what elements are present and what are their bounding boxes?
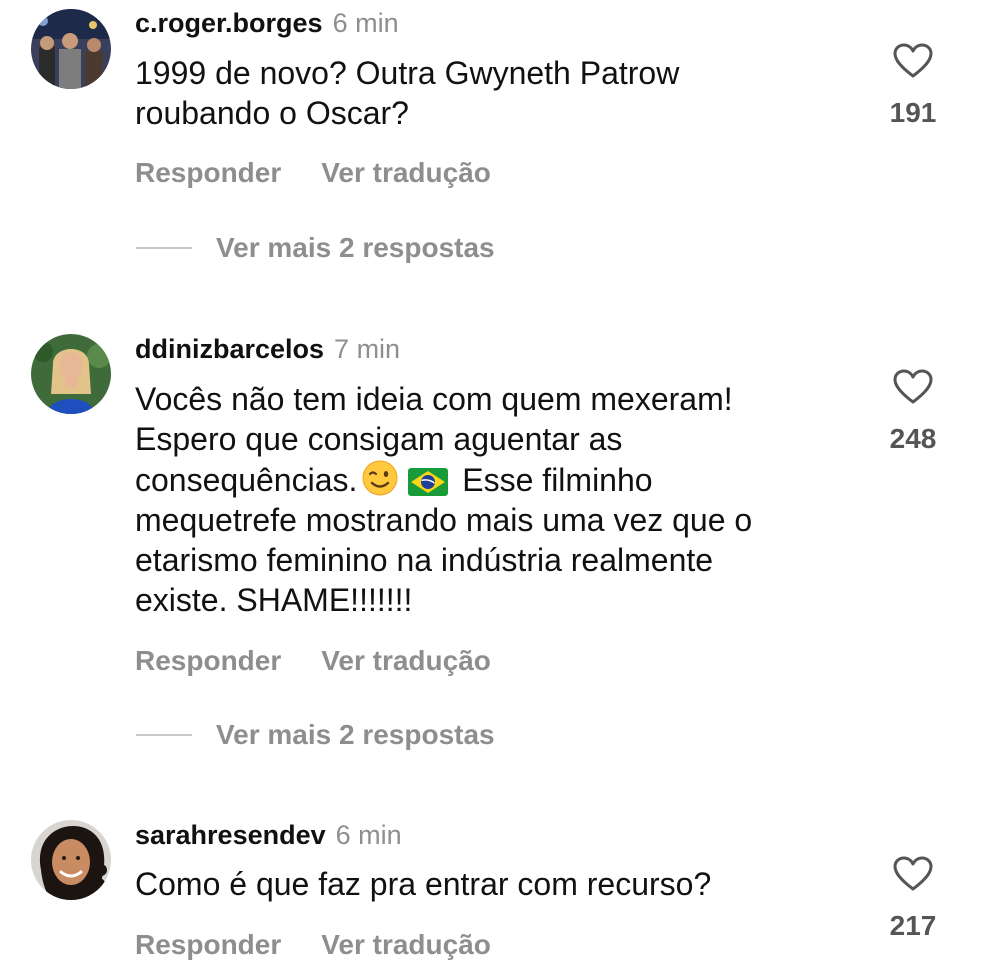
avatar[interactable] bbox=[31, 334, 111, 414]
comment-username[interactable]: ddinizbarcelos 7 min bbox=[135, 334, 400, 365]
comment-time: 6 min bbox=[332, 8, 399, 38]
winking-face-emoji bbox=[362, 460, 398, 496]
comment-line: Como é que faz pra entrar com recurso? bbox=[135, 866, 712, 902]
comment-line-prefix: consequências. bbox=[135, 462, 358, 498]
heart-icon[interactable] bbox=[893, 369, 933, 405]
view-more-replies-label[interactable]: Ver mais 2 respostas bbox=[216, 719, 495, 751]
view-more-replies[interactable]: Ver mais 2 respostas bbox=[136, 232, 495, 264]
comment-line: roubando o Oscar? bbox=[135, 95, 409, 131]
brazil-flag-emoji bbox=[408, 468, 449, 496]
avatar[interactable] bbox=[31, 820, 111, 900]
comment-line: etarismo feminino na indústria realmente bbox=[135, 542, 714, 578]
comment-actions: Responder Ver tradução bbox=[135, 157, 491, 189]
comment-time: 7 min bbox=[334, 334, 401, 364]
like-control[interactable]: 191 bbox=[880, 43, 946, 129]
username-text[interactable]: sarahresendev bbox=[135, 820, 326, 850]
divider-line bbox=[136, 734, 192, 736]
comment-text: 1999 de novo? Outra Gwyneth Patrow rouba… bbox=[135, 53, 855, 133]
like-count: 191 bbox=[889, 97, 937, 128]
view-more-replies[interactable]: Ver mais 2 respostas bbox=[136, 719, 495, 751]
comment-line-suffix: Esse filminho bbox=[462, 462, 653, 498]
comment-text: Vocês não tem ideia com quem mexeram! Es… bbox=[135, 379, 855, 620]
heart-icon[interactable] bbox=[893, 43, 933, 79]
translate-button[interactable]: Ver tradução bbox=[321, 645, 491, 676]
comment-line: Espero que consigam aguentar as bbox=[135, 421, 623, 457]
like-count: 217 bbox=[889, 910, 937, 941]
comment-text: Como é que faz pra entrar com recurso? bbox=[135, 864, 855, 904]
like-control[interactable]: 217 bbox=[880, 856, 946, 942]
username-text[interactable]: c.roger.borges bbox=[135, 8, 323, 38]
reply-button[interactable]: Responder bbox=[135, 157, 281, 188]
comment-username[interactable]: c.roger.borges 6 min bbox=[135, 8, 399, 39]
translate-button[interactable]: Ver tradução bbox=[321, 157, 491, 188]
username-text[interactable]: ddinizbarcelos bbox=[135, 334, 324, 364]
comment-username[interactable]: sarahresendev 6 min bbox=[135, 820, 402, 851]
reply-button[interactable]: Responder bbox=[135, 645, 281, 676]
comment-line: Vocês não tem ideia com quem mexeram! bbox=[135, 381, 733, 417]
view-more-replies-label[interactable]: Ver mais 2 respostas bbox=[216, 232, 495, 264]
heart-icon[interactable] bbox=[893, 856, 933, 892]
comment-line: consequências. Esse filminho bbox=[135, 459, 855, 500]
avatar[interactable] bbox=[31, 9, 111, 89]
comment-line: existe. SHAME!!!!!!! bbox=[135, 582, 413, 618]
like-count: 248 bbox=[889, 423, 937, 454]
reply-button[interactable]: Responder bbox=[135, 929, 281, 960]
comment-line: mequetrefe mostrando mais uma vez que o bbox=[135, 502, 753, 538]
divider-line bbox=[136, 247, 192, 249]
like-control[interactable]: 248 bbox=[880, 369, 946, 455]
comment-actions: Responder Ver tradução bbox=[135, 929, 491, 961]
comment-time: 6 min bbox=[335, 820, 402, 850]
translate-button[interactable]: Ver tradução bbox=[321, 929, 491, 960]
comment-actions: Responder Ver tradução bbox=[135, 645, 491, 677]
comment-line: 1999 de novo? Outra Gwyneth Patrow bbox=[135, 55, 680, 91]
